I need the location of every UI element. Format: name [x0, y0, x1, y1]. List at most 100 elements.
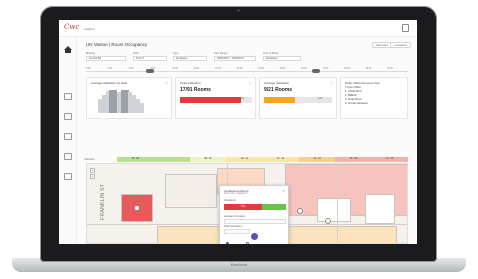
timeline-tick: 8:00 [129, 68, 134, 70]
home-icon[interactable] [64, 46, 72, 53]
filter-label: Time of Week [263, 52, 279, 55]
filter-value[interactable]: Central Bd [86, 56, 126, 61]
room[interactable] [365, 194, 395, 224]
filter-building[interactable]: Building Central Bd [86, 52, 126, 61]
strip-label: Utilization [84, 158, 95, 161]
strip-segment[interactable]: 09 - 10 [189, 157, 227, 162]
filter-label: Type [173, 52, 179, 55]
list-icon[interactable] [64, 173, 72, 180]
occupancy-label: Occupancy [224, 199, 236, 202]
field-label: Average Occupancy [224, 215, 246, 218]
room-pin[interactable] [134, 205, 140, 211]
avg-value: 9/21 Rooms [264, 87, 293, 93]
timeline-tick: 6:00 [86, 68, 91, 70]
space-type-list: 1 Open Office 1. LOGE ROO 2. BREAK 3. Sm… [345, 86, 368, 106]
filter-label: Date Range [214, 52, 228, 55]
field-label: Peak Occupancy [224, 225, 243, 228]
avg-note: 43% [318, 98, 323, 100]
logo-subtitle: Insights [84, 27, 95, 31]
strip-segment[interactable]: 13 - 14 [335, 157, 372, 162]
filter-value[interactable]: 08/06/2017 - 08/09/2017 [214, 56, 256, 61]
filter-date-range[interactable]: Date Range 08/06/2017 - 08/09/2017 [214, 52, 256, 61]
utilization-strip[interactable]: 08 - 08 09 - 10 10 - 11 11 - 12 12 - 13 13 - … [117, 157, 408, 162]
filter-value[interactable]: Weekdays [263, 56, 301, 61]
filter-label: Floor [133, 52, 139, 55]
timeline-tick: 19:00 [365, 68, 372, 70]
popup-subtitle: Room 301 | Capacity 8 [224, 193, 248, 195]
strip-segment[interactable]: 08 - 08 [117, 157, 154, 162]
timeline-tick: 11:00 [193, 68, 200, 70]
card-title: Peak Utilized Amount Spa [345, 81, 380, 85]
occupancy-button[interactable]: Occupancy [390, 42, 411, 48]
grid-icon[interactable] [64, 153, 72, 160]
strip-segment[interactable] [153, 157, 190, 162]
avg-utilization-card: Average Utilization by Hour ⓘ [86, 77, 172, 119]
peak-utilization-card: Peak Utilization ⓘ 17/91 Rooms 94% [175, 77, 256, 119]
settings-icon[interactable] [64, 133, 72, 140]
logo: Cwc [64, 23, 80, 31]
avg-bar-fill [264, 97, 295, 103]
sidebar [59, 37, 77, 244]
timeline-tick: 16:00 [301, 68, 307, 70]
time-slider[interactable]: 6:00 7:00 8:00 9:00 10:00 11:00 12:00 13:00 14:0… [86, 68, 408, 76]
card-title: Average Utilization by Hour [91, 81, 128, 85]
timeline-tick: 14:00 [258, 68, 264, 70]
street-label: FRANKLIN ST [100, 184, 106, 220]
filter-value[interactable]: All Spaces [173, 56, 207, 61]
slider-handle-end[interactable] [312, 69, 320, 73]
histogram-bar [139, 102, 144, 113]
occupancy-fill: 71% [224, 204, 262, 210]
list-item: 4. Private Hardware [345, 102, 368, 105]
card-title: Average Utilization [264, 81, 289, 85]
info-icon[interactable]: ⓘ [165, 81, 168, 85]
timeline-tick: 12:00 [215, 68, 221, 70]
zoom-in-icon[interactable]: + [90, 168, 95, 173]
timeline-tick: 15:00 [279, 68, 286, 70]
chart-icon[interactable] [64, 93, 72, 100]
avg-occupancy-field[interactable] [224, 219, 286, 224]
close-icon[interactable]: × [283, 188, 285, 193]
peak-note: 94% [240, 98, 245, 100]
save-view-button[interactable]: Save View [372, 42, 392, 48]
room[interactable] [317, 198, 351, 222]
room-pin[interactable] [297, 208, 303, 214]
filter-time-of-week[interactable]: Time of Week Weekdays [263, 52, 301, 61]
space-types-card: Peak Utilized Amount Spa 1 Open Office 1… [340, 77, 408, 119]
timeline-tick: 10:00 [172, 68, 178, 70]
zoom-out-icon[interactable]: − [90, 174, 95, 179]
apply-button[interactable] [251, 233, 258, 240]
room[interactable] [165, 174, 217, 208]
info-icon[interactable]: ⓘ [249, 81, 252, 85]
timeline-tick: 9:00 [150, 68, 155, 70]
strip-segment[interactable]: 11 - 12 [262, 157, 299, 162]
filter-type[interactable]: Type All Spaces [173, 52, 207, 61]
filter-floor[interactable]: Floor Floor 3 [133, 52, 167, 61]
peak-value: 17/91 Rooms [180, 87, 211, 93]
occupancy-bar: 71% [224, 204, 286, 210]
chat-icon[interactable] [64, 113, 72, 120]
strip-segment[interactable]: 12 - 13 [298, 157, 336, 162]
hourly-histogram [98, 87, 144, 113]
occupancy-remaining [262, 204, 286, 210]
card-title: Peak Utilization [180, 81, 201, 85]
timeline-tick: 13:00 [236, 68, 243, 70]
radio-on[interactable] [226, 242, 229, 244]
filter-label: Building [86, 52, 95, 55]
strip-segment[interactable]: 14 - 15 [371, 157, 408, 162]
average-utilization-card: Average Utilization ⓘ 9/21 Rooms 43% [259, 77, 337, 119]
stage: MacBook Cwc Insights UN Vanton | Room Oc… [0, 0, 478, 279]
page-title: UN Vanton | Room Occupancy [86, 42, 148, 47]
info-icon[interactable]: ⓘ [330, 81, 333, 85]
app-screen: Cwc Insights UN Vanton | Room Occupancy … [59, 20, 417, 244]
slider-track [86, 71, 408, 72]
peak-bar-fill [180, 97, 242, 103]
device-label: MacBook [230, 262, 248, 267]
top-bar: Cwc Insights [59, 20, 417, 37]
room-popup[interactable]: Conference Room × Room 301 | Capacity 8 … [219, 185, 289, 244]
radio-off[interactable] [246, 242, 249, 244]
timeline-tick: 20:00 [387, 68, 393, 70]
export-icon[interactable] [402, 24, 409, 32]
filter-value[interactable]: Floor 3 [133, 56, 167, 61]
strip-segment[interactable]: 10 - 11 [226, 157, 263, 162]
peak-occupancy-field[interactable] [224, 229, 250, 234]
